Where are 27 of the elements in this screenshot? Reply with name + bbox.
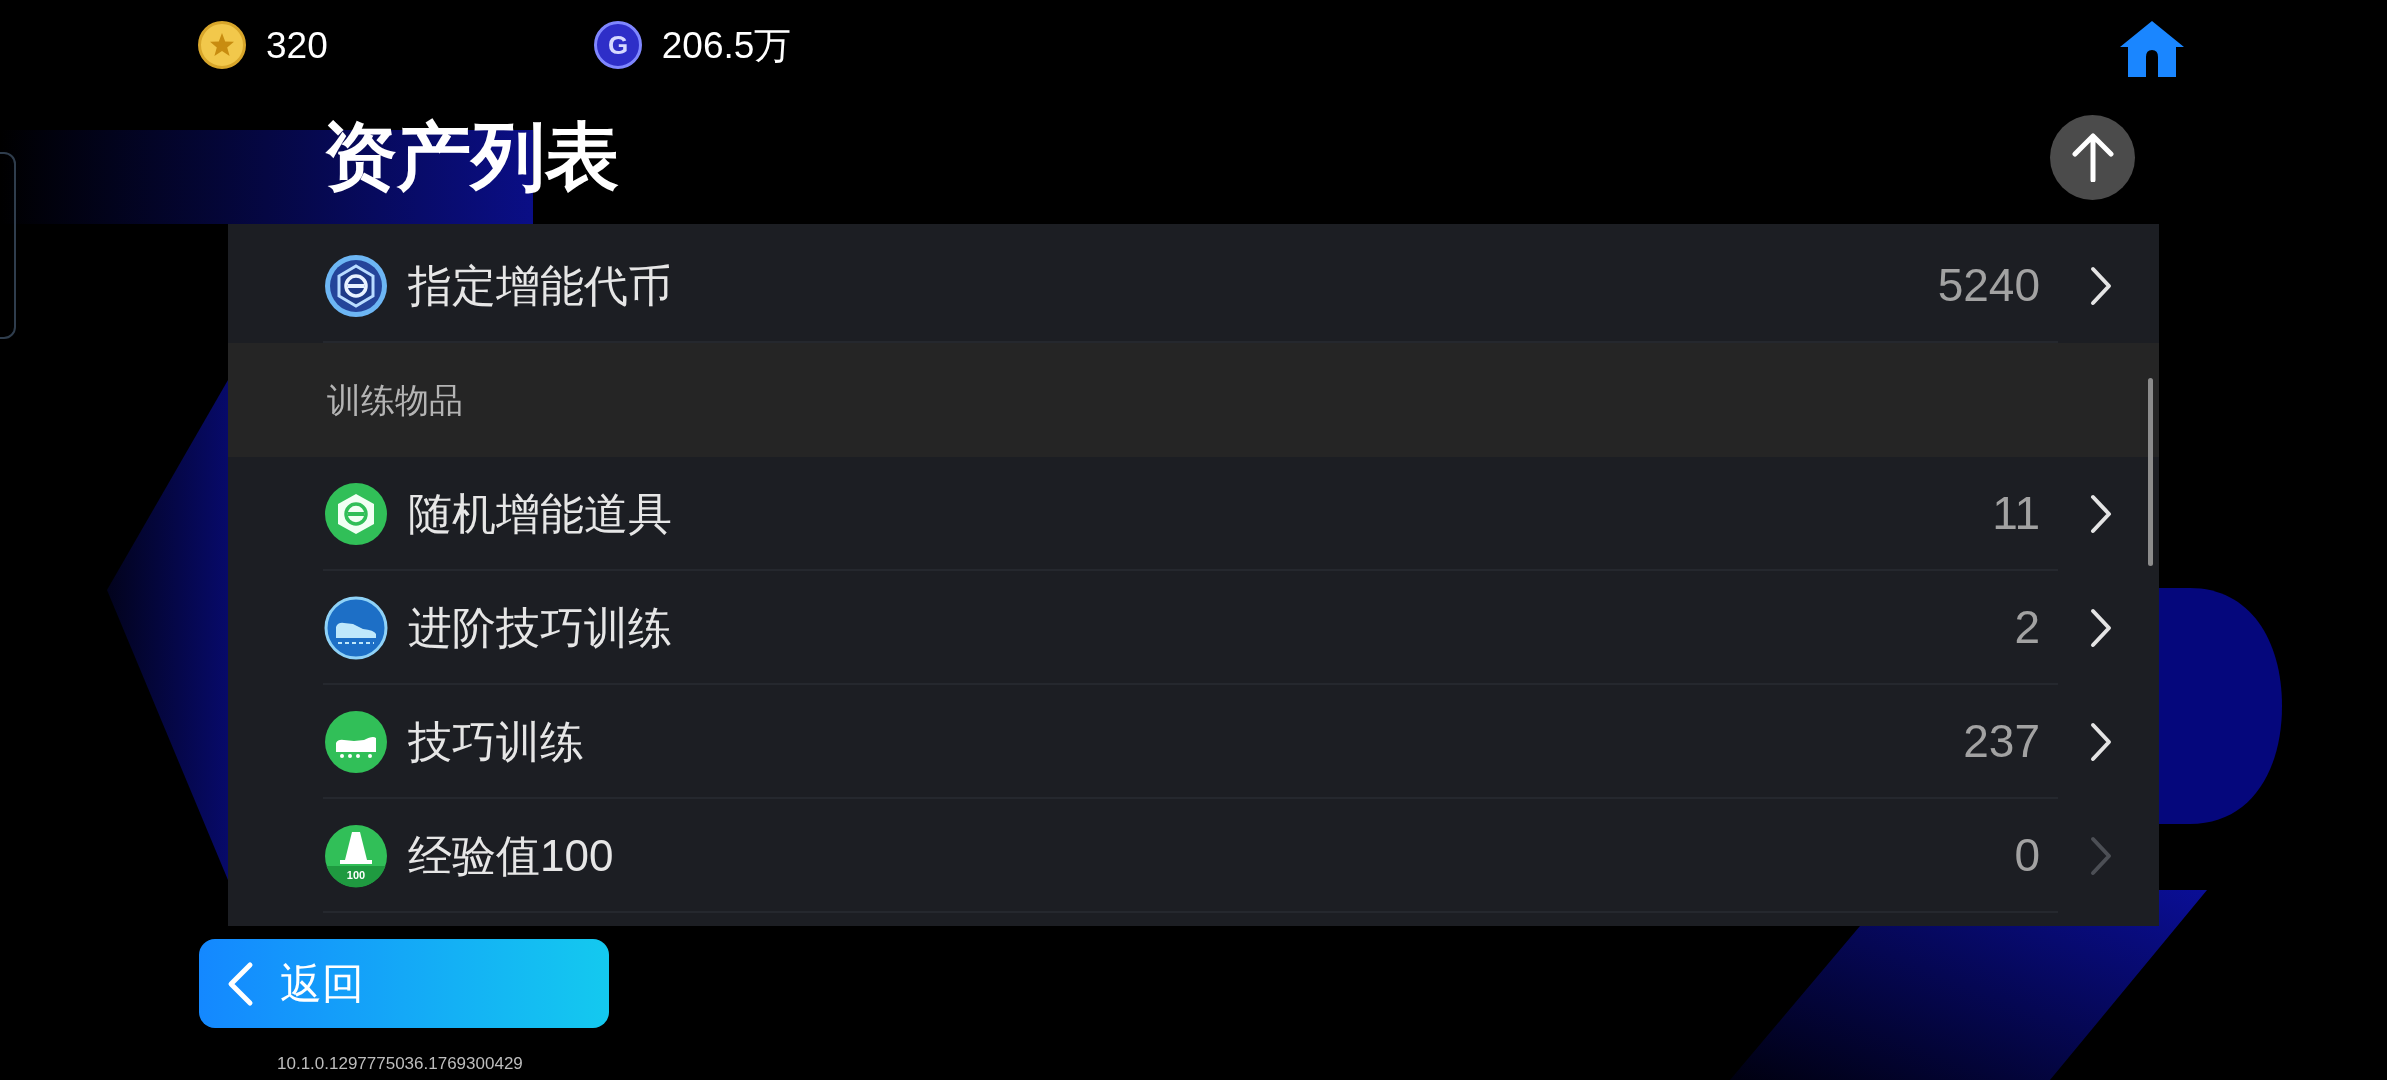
- item-name: 技巧训练: [408, 715, 584, 768]
- hexagon-badge-icon: [324, 482, 388, 546]
- item-count: 5240: [1937, 258, 2040, 314]
- item-count: 11: [1992, 486, 2040, 542]
- coin-amount: 320: [266, 26, 328, 64]
- chevron-left-icon: [226, 960, 254, 1007]
- shoe-icon: [324, 710, 388, 774]
- g-coin-icon: G: [593, 21, 642, 69]
- item-count: 0: [2014, 828, 2040, 884]
- item-name: 经验值100: [408, 829, 614, 882]
- star-coin-icon: [198, 21, 246, 69]
- section-title: 训练物品: [327, 379, 463, 421]
- version-text: 10.1.0.1297775036.1769300429: [277, 1054, 523, 1075]
- cone-icon: 100: [324, 824, 388, 888]
- hexagon-token-icon: [324, 254, 388, 318]
- back-button[interactable]: 返回: [199, 939, 609, 1028]
- coin-amount: 206.5万: [661, 26, 792, 64]
- up-arrow-icon: [2070, 132, 2115, 182]
- item-name: 进阶技巧训练: [408, 601, 672, 654]
- item-count: 237: [1963, 714, 2040, 770]
- item-name: 随机增能道具: [408, 487, 672, 540]
- shoe-icon: [324, 596, 388, 660]
- item-name: 指定增能代币: [408, 259, 672, 312]
- scrollbar-thumb[interactable]: [2148, 378, 2153, 566]
- item-count: 2: [2014, 600, 2040, 656]
- home-icon[interactable]: [2118, 19, 2186, 79]
- page-title: 资产列表: [323, 120, 619, 194]
